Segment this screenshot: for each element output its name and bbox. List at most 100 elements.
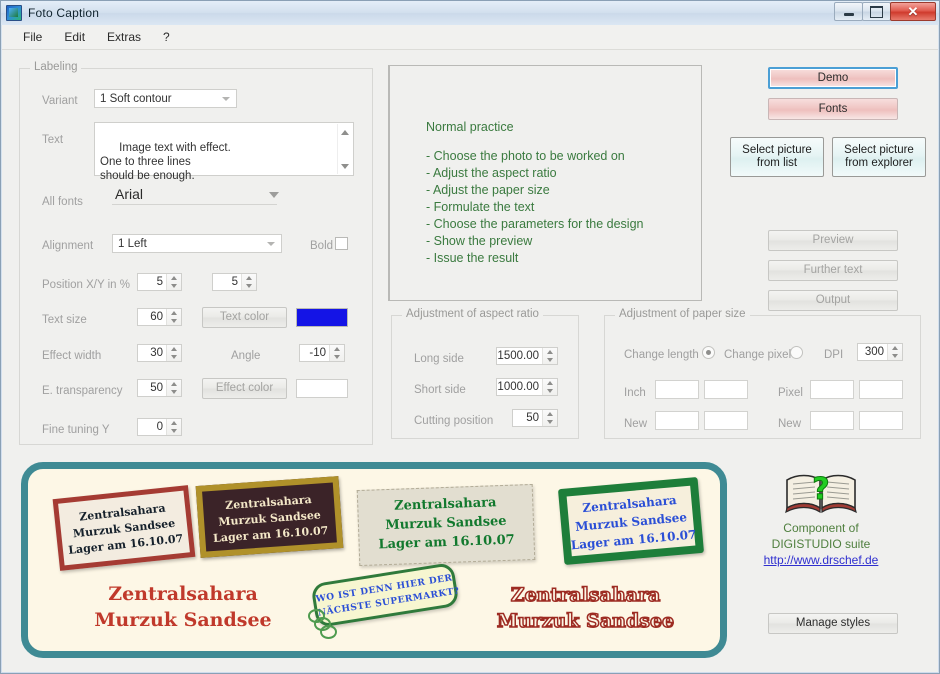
further-text-button[interactable]: Further text — [768, 260, 898, 281]
pixel-width-input[interactable] — [810, 380, 854, 399]
position-x-stepper[interactable]: 5 — [137, 273, 182, 291]
banner-big-text-left: Zentralsahara Murzuk Sandsee — [68, 581, 298, 633]
minimize-icon — [843, 12, 854, 16]
angle-spin-buttons[interactable] — [329, 345, 344, 361]
text-color-swatch[interactable] — [296, 308, 348, 327]
position-y-stepper[interactable]: 5 — [212, 273, 257, 291]
maximize-icon — [870, 5, 883, 18]
spin-down[interactable] — [167, 317, 181, 325]
spin-down[interactable] — [543, 387, 557, 395]
select-picture-from-list-button[interactable]: Select picture from list — [730, 137, 824, 177]
position-y-spin-buttons[interactable] — [241, 274, 256, 290]
variant-select[interactable]: 1 Soft contour — [94, 89, 237, 108]
short-side-spin-buttons[interactable] — [542, 379, 557, 395]
cutting-position-stepper[interactable]: 50 — [512, 409, 558, 427]
spin-down[interactable] — [543, 418, 557, 426]
dpi-stepper[interactable]: 300 — [857, 343, 903, 361]
effect-width-stepper[interactable]: 30 — [137, 344, 182, 362]
fine-tuning-spin-buttons[interactable] — [166, 419, 181, 435]
dpi-spin-buttons[interactable] — [887, 344, 902, 360]
spin-up[interactable] — [543, 348, 557, 356]
angle-stepper[interactable]: -10 — [299, 344, 345, 362]
spin-up[interactable] — [167, 419, 181, 427]
labeling-legend: Labeling — [30, 61, 82, 73]
spin-up[interactable] — [242, 274, 256, 282]
short-side-stepper[interactable]: 1000.00 — [496, 378, 558, 396]
bold-checkbox[interactable] — [335, 237, 348, 250]
preview-button[interactable]: Preview — [768, 230, 898, 251]
change-length-radio[interactable] — [702, 346, 715, 359]
spin-down[interactable] — [167, 353, 181, 361]
text-size-spin-buttons[interactable] — [166, 309, 181, 325]
spin-up[interactable] — [888, 344, 902, 352]
scroll-down-button[interactable] — [338, 160, 352, 172]
pixel-label: Pixel — [778, 387, 803, 399]
spin-down[interactable] — [167, 282, 181, 290]
spin-up[interactable] — [167, 309, 181, 317]
maximize-button[interactable] — [862, 2, 891, 21]
spin-down[interactable] — [167, 427, 181, 435]
new-inch-height-input[interactable] — [704, 411, 748, 430]
cutting-position-spin-buttons[interactable] — [542, 410, 557, 426]
new-pixel-height-input[interactable] — [859, 411, 903, 430]
text-scrollbar[interactable] — [337, 124, 352, 174]
inch-width-input[interactable] — [655, 380, 699, 399]
spin-up[interactable] — [543, 410, 557, 418]
effect-color-swatch[interactable] — [296, 379, 348, 398]
alignment-select[interactable]: 1 Left — [112, 234, 282, 253]
bold-label: Bold — [310, 240, 334, 252]
spin-up[interactable] — [330, 345, 344, 353]
fine-tuning-value: 0 — [156, 421, 163, 433]
effect-width-value: 30 — [150, 347, 163, 359]
text-size-stepper[interactable]: 60 — [137, 308, 182, 326]
manage-styles-button[interactable]: Manage styles — [768, 613, 898, 634]
menu-item-help[interactable]: ? — [152, 27, 181, 47]
inch-height-input[interactable] — [704, 380, 748, 399]
menu-item-edit[interactable]: Edit — [53, 27, 96, 47]
text-color-button[interactable]: Text color — [202, 307, 287, 328]
digistudio-suite-label: DIGISTUDIO suite — [771, 537, 871, 551]
effect-width-spin-buttons[interactable] — [166, 345, 181, 361]
font-select[interactable]: Arial — [112, 183, 279, 205]
spin-up[interactable] — [543, 379, 557, 387]
position-x-spin-buttons[interactable] — [166, 274, 181, 290]
fine-tuning-label: Fine tuning Y — [42, 424, 110, 436]
stamp-green-border: Zentralsahara Murzuk Sandsee Lager am 16… — [557, 477, 705, 565]
preview-banner[interactable]: Zentralsahara Murzuk Sandsee Lager am 16… — [21, 462, 727, 658]
text-input[interactable]: Image text with effect. One to three lin… — [94, 122, 354, 182]
website-link[interactable]: http://www.drschef.de — [741, 552, 901, 569]
select-picture-from-explorer-button[interactable]: Select picture from explorer — [832, 137, 926, 177]
menu-item-file[interactable]: File — [12, 27, 53, 47]
fine-tuning-stepper[interactable]: 0 — [137, 418, 182, 436]
menu-item-extras[interactable]: Extras — [96, 27, 152, 47]
fonts-button[interactable]: Fonts — [768, 98, 898, 120]
new-pixel-width-input[interactable] — [810, 411, 854, 430]
spin-down[interactable] — [543, 356, 557, 364]
pixel-height-input[interactable] — [859, 380, 903, 399]
font-value: Arial — [115, 185, 144, 202]
transparency-spin-buttons[interactable] — [166, 380, 181, 396]
big-right-line2: Murzuk Sandsee — [496, 609, 675, 633]
change-pixel-radio[interactable] — [790, 346, 803, 359]
angle-value: -10 — [309, 347, 326, 359]
banner-big-text-right: Zentralsahara Murzuk Sandsee — [468, 582, 703, 634]
spin-up[interactable] — [167, 380, 181, 388]
spin-down[interactable] — [330, 353, 344, 361]
spin-down[interactable] — [242, 282, 256, 290]
new-inch-width-input[interactable] — [655, 411, 699, 430]
position-x-value: 5 — [156, 276, 163, 288]
minimize-button[interactable] — [834, 2, 863, 21]
spin-down[interactable] — [888, 352, 902, 360]
transparency-stepper[interactable]: 50 — [137, 379, 182, 397]
output-button[interactable]: Output — [768, 290, 898, 311]
scroll-up-button[interactable] — [338, 126, 352, 138]
long-side-spin-buttons[interactable] — [542, 348, 557, 364]
long-side-stepper[interactable]: 1500.00 — [496, 347, 558, 365]
chevron-down-icon — [267, 241, 275, 246]
effect-color-button[interactable]: Effect color — [202, 378, 287, 399]
demo-button[interactable]: Demo — [768, 67, 898, 89]
close-button[interactable]: ✕ — [890, 2, 936, 21]
spin-up[interactable] — [167, 274, 181, 282]
spin-up[interactable] — [167, 345, 181, 353]
spin-down[interactable] — [167, 388, 181, 396]
